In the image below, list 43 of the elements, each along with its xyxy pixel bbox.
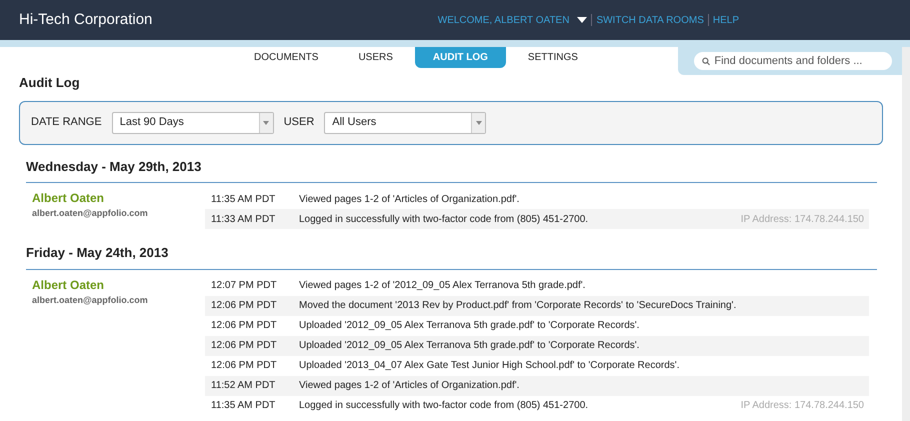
- ip-address: IP Address: 174.78.244.150: [740, 212, 865, 226]
- caret-icon[interactable]: [577, 17, 588, 23]
- event-text: Logged in successfully with two-factor code from (805) 451-2700.: [299, 399, 590, 413]
- header-link[interactable]: SWITCH DATA ROOMS: [596, 12, 704, 28]
- nav-tab[interactable]: SETTINGS: [510, 47, 596, 68]
- event-time: 11:35 AM PDT: [210, 192, 276, 206]
- event-text: Uploaded '2012_09_05 Alex Terranova 5th grade.pdf' to 'Corporate Records'.: [299, 339, 640, 353]
- nav-tab[interactable]: USERS: [340, 47, 411, 68]
- filter-select[interactable]: Last 90 Days: [112, 112, 274, 134]
- filter-label: DATE RANGE: [31, 115, 102, 130]
- event-text: Viewed pages 1-2 of '2012_09_05 Alex Terranova 5th grade.pdf'.: [299, 279, 586, 293]
- event-text: Uploaded '2013_04_07 Alex Gate Test Junior High School.pdf' to 'Corporate Records'.: [299, 359, 680, 373]
- user-email: albert.oaten@appfolio.com: [32, 207, 149, 220]
- search-field[interactable]: Find documents and folders ...: [694, 52, 892, 70]
- event-time: 11:35 AM PDT: [210, 399, 276, 413]
- ip-address: IP Address: 174.78.244.150: [740, 399, 865, 413]
- nav-tab[interactable]: DOCUMENTS: [236, 47, 336, 68]
- user-name: Albert Oaten: [32, 276, 106, 294]
- caret-icon: [263, 120, 270, 124]
- event-time: 12:06 PM PDT: [210, 299, 278, 313]
- company-name: Hi-Tech Corporation: [19, 10, 152, 30]
- event-time: 11:33 AM PDT: [210, 212, 276, 226]
- event-text: Viewed pages 1-2 of 'Articles of Organization.pdf'.: [299, 379, 520, 393]
- header-link[interactable]: WELCOME, ALBERT OATEN: [438, 12, 570, 28]
- day-heading: Wednesday - May 29th, 2013: [26, 156, 877, 183]
- caret-icon: [476, 120, 482, 124]
- event-text: Moved the document '2013 Rev by Product.pdf' from 'Corporate Records' to 'SecureDocs Training'.: [299, 299, 738, 313]
- user-name: Albert Oaten: [32, 190, 106, 207]
- event-time: 12:06 PM PDT: [210, 319, 278, 333]
- event-text: Logged in successfully with two-factor code from (805) 451-2700.: [299, 212, 590, 226]
- event-time: 12:07 PM PDT: [210, 279, 278, 293]
- page-title: Audit Log: [19, 74, 81, 92]
- event-time: 11:52 AM PDT: [210, 379, 276, 393]
- filter-select[interactable]: All Users: [324, 112, 486, 134]
- event-time: 12:06 PM PDT: [210, 359, 278, 373]
- user-email: albert.oaten@appfolio.com: [32, 294, 149, 307]
- header-link[interactable]: HELP: [712, 12, 739, 28]
- event-time: 12:06 PM PDT: [210, 339, 278, 353]
- search-icon: [702, 56, 710, 66]
- day-heading: Friday - May 24th, 2013: [26, 243, 877, 270]
- event-text: Viewed pages 1-2 of 'Articles of Organization.pdf'.: [299, 192, 520, 206]
- filter-label: USER: [284, 115, 314, 130]
- event-text: Uploaded '2012_09_05 Alex Terranova 5th grade.pdf' to 'Corporate Records'.: [299, 319, 640, 333]
